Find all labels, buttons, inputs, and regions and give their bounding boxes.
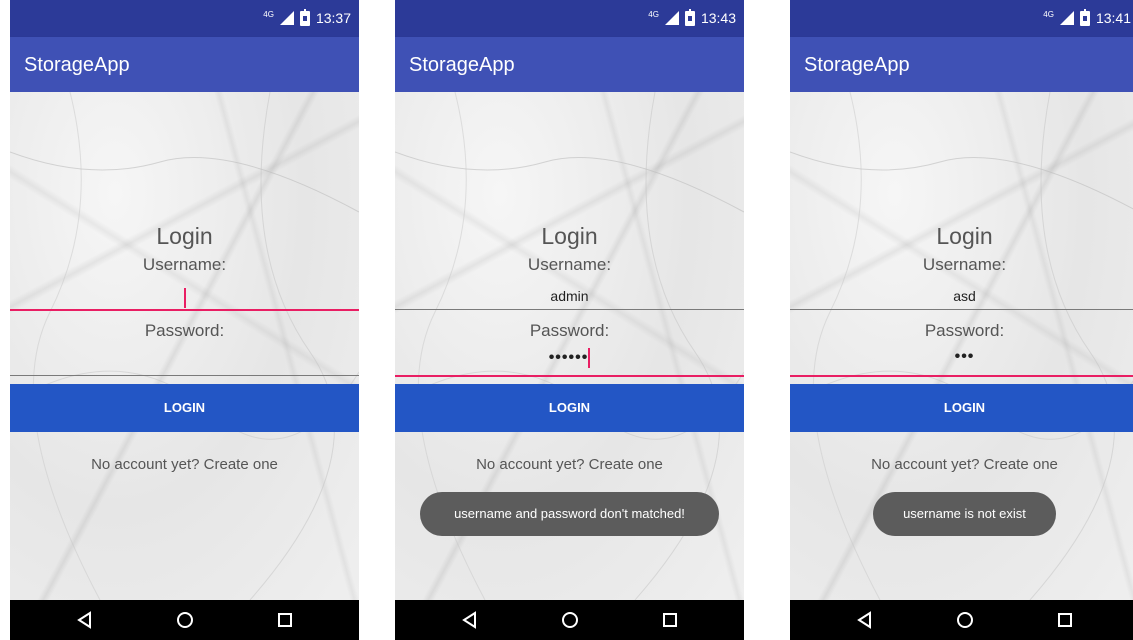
back-icon[interactable] (75, 610, 95, 630)
network-type-label: 4G (263, 9, 274, 19)
login-button[interactable]: LOGIN (395, 384, 744, 432)
text-cursor (183, 288, 186, 308)
username-field[interactable]: asd (790, 288, 1133, 304)
username-field[interactable] (10, 288, 359, 308)
battery-charging-icon (684, 8, 695, 26)
username-field[interactable]: admin (395, 288, 744, 304)
navigation-bar (395, 600, 744, 640)
screenshots-row: 4G 13:37 StorageApp Login Username: Pass… (0, 0, 1133, 640)
app-title: StorageApp (24, 54, 130, 76)
status-clock: 13:41 (1095, 10, 1131, 26)
phone-screen-3: 4G 13:41 StorageApp Login Username: asd … (790, 0, 1133, 640)
status-bar: 4G 13:43 (395, 0, 744, 37)
recents-icon[interactable] (660, 610, 680, 630)
password-dots: •••••• (548, 349, 589, 367)
battery-charging-icon (299, 8, 310, 26)
back-icon[interactable] (460, 610, 480, 630)
password-underline (790, 375, 1133, 377)
home-icon[interactable] (560, 610, 580, 630)
network-type-label: 4G (648, 9, 659, 19)
network-type-label: 4G (1043, 9, 1054, 19)
password-field[interactable]: ••• (790, 348, 1133, 366)
create-account-link[interactable]: No account yet? Create one (790, 456, 1133, 473)
password-underline (10, 375, 359, 376)
login-title: Login (541, 223, 598, 249)
navigation-bar (790, 600, 1133, 640)
password-label: Password: (529, 321, 610, 340)
navigation-bar (10, 600, 359, 640)
signal-icon (279, 11, 294, 25)
status-bar: 4G 13:37 (10, 0, 359, 37)
login-button[interactable]: LOGIN (10, 384, 359, 432)
password-label: Password: (144, 321, 225, 340)
login-content: Login Username: asd Password: ••• LOGIN … (790, 92, 1133, 600)
create-account-link[interactable]: No account yet? Create one (395, 456, 744, 473)
username-label: Username: (142, 255, 227, 274)
username-underline (10, 309, 359, 311)
signal-icon (1059, 11, 1074, 25)
home-icon[interactable] (955, 610, 975, 630)
app-bar: StorageApp (395, 37, 744, 92)
app-title: StorageApp (804, 54, 910, 76)
login-content: Login Username: admin Password: •••••• L… (395, 92, 744, 600)
app-bar: StorageApp (10, 37, 359, 92)
username-underline (395, 309, 744, 310)
signal-icon (664, 11, 679, 25)
password-underline (395, 375, 744, 377)
password-field[interactable]: •••••• (395, 348, 744, 368)
app-title: StorageApp (409, 54, 515, 76)
login-content: Login Username: Password: LOGIN No accou… (10, 92, 359, 600)
password-label: Password: (924, 321, 1005, 340)
status-clock: 13:43 (700, 10, 736, 26)
status-clock: 13:37 (315, 10, 351, 26)
login-title: Login (156, 223, 213, 249)
text-cursor (588, 348, 591, 368)
phone-screen-2: 4G 13:43 StorageApp Login Username: admi… (395, 0, 744, 640)
phone-screen-1: 4G 13:37 StorageApp Login Username: Pass… (10, 0, 359, 640)
login-button[interactable]: LOGIN (790, 384, 1133, 432)
toast-message: username and password don't matched! (420, 492, 719, 536)
username-underline (790, 309, 1133, 310)
recents-icon[interactable] (1055, 610, 1075, 630)
username-label: Username: (922, 255, 1007, 274)
home-icon[interactable] (175, 610, 195, 630)
recents-icon[interactable] (275, 610, 295, 630)
marble-background (10, 92, 359, 600)
app-bar: StorageApp (790, 37, 1133, 92)
status-bar: 4G 13:41 (790, 0, 1133, 37)
create-account-link[interactable]: No account yet? Create one (10, 456, 359, 473)
back-icon[interactable] (855, 610, 875, 630)
toast-message: username is not exist (873, 492, 1056, 536)
battery-charging-icon (1079, 8, 1090, 26)
username-label: Username: (527, 255, 612, 274)
login-title: Login (936, 223, 993, 249)
